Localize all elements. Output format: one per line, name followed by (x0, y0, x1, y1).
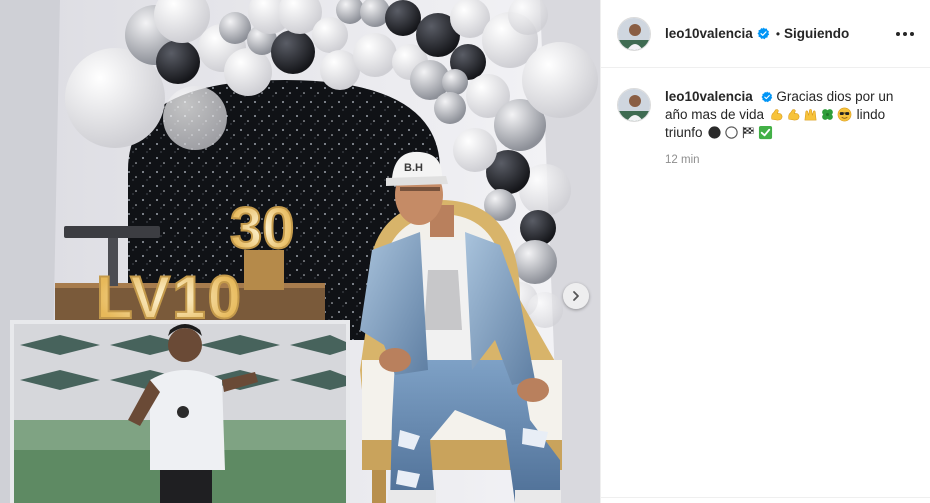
next-photo-button[interactable] (563, 283, 589, 309)
party-photo-illustration: 30 LV10 B.H (0, 0, 600, 503)
check-mark-button-emoji-icon (759, 125, 773, 140)
checkered-flag-emoji-icon (743, 126, 754, 139)
white-circle-emoji-icon (725, 126, 738, 139)
caption-body: leo10valencia Gracias dios por un año ma… (665, 88, 910, 166)
caption-comment: leo10valencia Gracias dios por un año ma… (601, 68, 930, 166)
panel-bottom-divider (601, 497, 930, 503)
verified-badge-icon (761, 91, 773, 103)
avatar[interactable] (617, 16, 651, 51)
post-details-panel: leo10valencia • Siguiendo leo10valencia (600, 0, 930, 503)
following-button[interactable]: Siguiendo (784, 26, 849, 41)
post-timestamp[interactable]: 12 min (665, 154, 910, 166)
caption-username[interactable]: leo10valencia (665, 89, 753, 104)
flexed-biceps-emoji-icon (788, 109, 800, 121)
verified-badge-icon (757, 27, 770, 40)
cap-text: B.H (404, 162, 423, 174)
four-leaf-clover-emoji-icon (821, 109, 833, 120)
more-options-icon[interactable] (894, 26, 916, 42)
separator-dot: • (775, 26, 781, 41)
black-circle-emoji-icon (708, 126, 721, 139)
post-photo[interactable]: 30 LV10 B.H (0, 0, 600, 503)
post-header: leo10valencia • Siguiendo (601, 0, 930, 68)
chevron-right-icon (573, 291, 579, 301)
profile-picture (618, 89, 650, 121)
raised-hands-emoji-icon (804, 109, 817, 121)
caption: leo10valencia Gracias dios por un año ma… (665, 88, 910, 142)
profile-picture (618, 17, 650, 50)
username-link[interactable]: leo10valencia (665, 26, 753, 41)
sunglasses-face-emoji-icon (837, 107, 852, 122)
avatar[interactable] (617, 88, 651, 122)
flexed-biceps-emoji-icon (771, 109, 783, 121)
